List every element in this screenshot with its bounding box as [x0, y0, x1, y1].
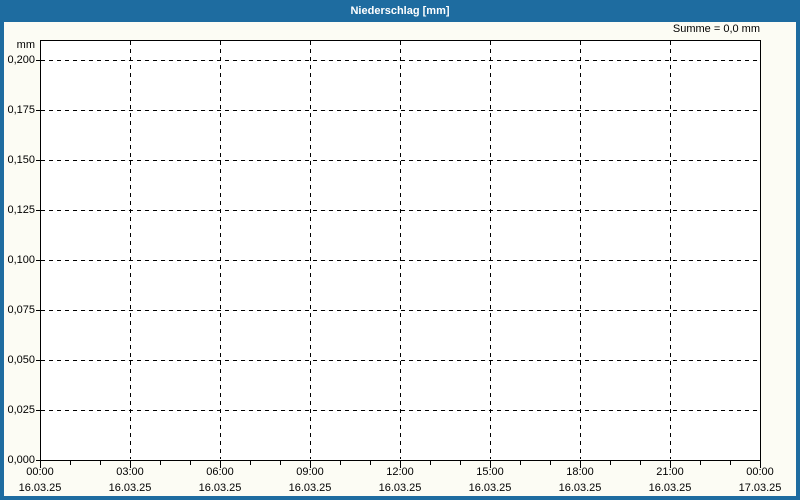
x-minor-tick — [100, 461, 101, 465]
y-tick-mark — [36, 60, 40, 61]
x-date-label: 16.03.25 — [18, 482, 62, 494]
chart-window: Niederschlag [mm] Summe = 0,0 mm mm 0,20… — [0, 0, 800, 500]
x-gridline — [130, 41, 131, 459]
x-gridline — [310, 41, 311, 459]
y-tick-label: 0,100 — [7, 254, 35, 266]
x-minor-tick — [370, 461, 371, 465]
x-minor-tick — [160, 461, 161, 465]
x-minor-tick — [430, 461, 431, 465]
x-gridline — [400, 41, 401, 459]
y-tick-mark — [36, 160, 40, 161]
y-tick-mark — [36, 110, 40, 111]
x-gridline — [580, 41, 581, 459]
x-date-label: 16.03.25 — [288, 482, 332, 494]
x-minor-tick — [460, 461, 461, 465]
y-tick-mark — [36, 410, 40, 411]
x-gridline — [220, 41, 221, 459]
y-tick-mark — [36, 210, 40, 211]
x-time-label: 03:00 — [116, 466, 144, 478]
x-minor-tick — [700, 461, 701, 465]
x-gridline — [670, 41, 671, 459]
y-tick-label: 0,025 — [7, 404, 35, 416]
y-tick-label: 0,200 — [7, 54, 35, 66]
x-date-label: 16.03.25 — [108, 482, 152, 494]
x-time-label: 00:00 — [26, 466, 54, 478]
x-minor-tick — [520, 461, 521, 465]
x-minor-tick — [280, 461, 281, 465]
x-minor-tick — [550, 461, 551, 465]
x-time-label: 12:00 — [386, 466, 414, 478]
y-tick-label: 0,125 — [7, 204, 35, 216]
x-date-label: 16.03.25 — [378, 482, 422, 494]
x-date-label: 16.03.25 — [648, 482, 692, 494]
chart-layer: 0,200 0,175 0,150 0,125 0,100 0,075 0,050 0,025… — [0, 0, 800, 500]
y-tick-mark — [36, 360, 40, 361]
x-time-label: 18:00 — [566, 466, 594, 478]
x-date-label: 16.03.25 — [198, 482, 242, 494]
x-minor-tick — [730, 461, 731, 465]
x-time-label: 09:00 — [296, 466, 324, 478]
y-tick-label: 0,150 — [7, 154, 35, 166]
x-date-label: 16.03.25 — [468, 482, 512, 494]
x-time-label: 00:00 — [746, 466, 774, 478]
x-minor-tick — [610, 461, 611, 465]
y-tick-label: 0,175 — [7, 104, 35, 116]
x-minor-tick — [640, 461, 641, 465]
x-minor-tick — [340, 461, 341, 465]
y-tick-label: 0,000 — [7, 454, 35, 466]
x-gridline — [490, 41, 491, 459]
y-tick-mark — [36, 310, 40, 311]
y-tick-label: 0,050 — [7, 354, 35, 366]
x-time-label: 21:00 — [656, 466, 684, 478]
y-tick-mark — [36, 260, 40, 261]
x-minor-tick — [250, 461, 251, 465]
y-tick-label: 0,075 — [7, 304, 35, 316]
x-time-label: 06:00 — [206, 466, 234, 478]
x-minor-tick — [70, 461, 71, 465]
x-time-label: 15:00 — [476, 466, 504, 478]
x-minor-tick — [190, 461, 191, 465]
x-date-label: 16.03.25 — [558, 482, 602, 494]
x-date-label: 17.03.25 — [738, 482, 782, 494]
